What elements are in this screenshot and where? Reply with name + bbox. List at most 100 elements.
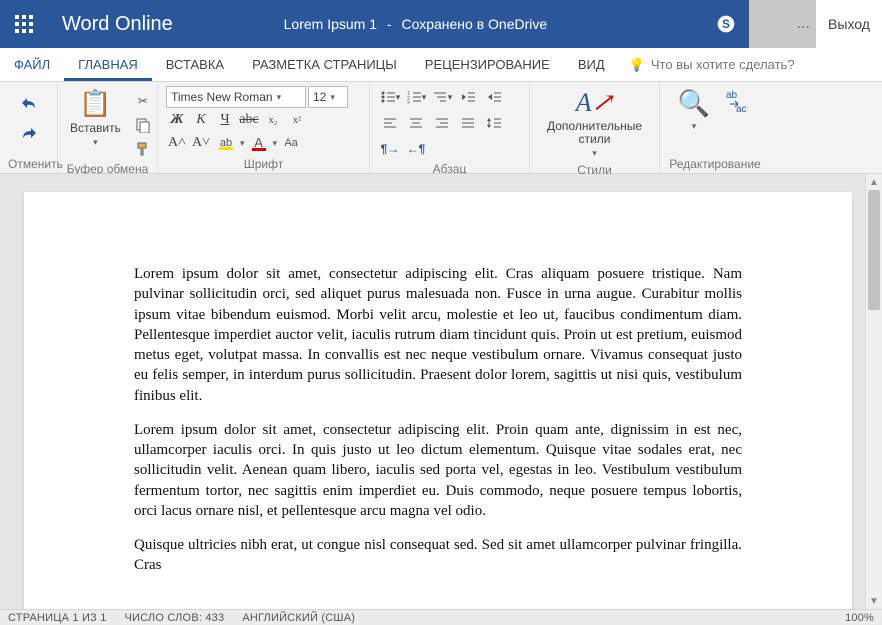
app-name[interactable]: Word Online: [48, 0, 187, 48]
page-1[interactable]: Lorem ipsum dolor sit amet, consectetur …: [24, 192, 852, 609]
vertical-scrollbar[interactable]: ▲ ▼: [865, 174, 882, 609]
scroll-thumb[interactable]: [868, 190, 880, 310]
scroll-up-button[interactable]: ▲: [866, 174, 882, 190]
avatar-more: ...: [797, 15, 810, 33]
status-language[interactable]: АНГЛИЙСКИЙ (США): [242, 612, 355, 624]
font-size-dropdown[interactable]: 12▾: [308, 86, 348, 108]
status-zoom[interactable]: 100%: [845, 612, 874, 624]
font-color-dropdown[interactable]: ▾: [273, 138, 278, 149]
font-name-dropdown[interactable]: Times New Roman▾: [166, 86, 306, 108]
paste-button[interactable]: 📋 Вставить ▾: [66, 86, 125, 150]
clear-formatting-button[interactable]: Aа: [279, 132, 303, 154]
line-spacing-button[interactable]: [482, 112, 506, 134]
skype-button[interactable]: S: [704, 0, 748, 48]
paragraph-1[interactable]: Lorem ipsum dolor sit amet, consectetur …: [134, 264, 742, 406]
subscript-button[interactable]: x₂: [262, 115, 284, 126]
superscript-button[interactable]: x²: [286, 115, 308, 126]
align-center-icon: [409, 117, 423, 129]
svg-text:ac: ac: [736, 104, 747, 115]
align-right-icon: [435, 117, 449, 129]
line-spacing-icon: [486, 116, 502, 130]
undo-button[interactable]: [17, 92, 41, 114]
copy-button[interactable]: [131, 114, 155, 136]
svg-text:S: S: [722, 18, 730, 31]
user-account-button[interactable]: ...: [748, 0, 816, 48]
tab-layout[interactable]: РАЗМЕТКА СТРАНИЦЫ: [238, 48, 411, 81]
scroll-track[interactable]: [866, 190, 882, 593]
scroll-down-button[interactable]: ▼: [866, 593, 882, 609]
bullets-button[interactable]: ▾: [378, 86, 402, 108]
align-center-button[interactable]: [404, 112, 428, 134]
tab-view[interactable]: ВИД: [564, 48, 619, 81]
ribbon: Отменить 📋 Вставить ▾ ✂ Буфер обмена: [0, 82, 882, 174]
underline-button[interactable]: Ч: [214, 112, 236, 128]
bullets-icon: [380, 90, 396, 104]
lightbulb-icon: 💡: [629, 57, 645, 73]
skype-icon: S: [716, 14, 736, 34]
save-status[interactable]: Сохранено в OneDrive: [401, 16, 547, 32]
italic-button[interactable]: К: [190, 112, 212, 128]
undo-icon: [19, 96, 39, 110]
align-left-icon: [383, 117, 397, 129]
ltr-button[interactable]: ¶→: [378, 138, 402, 160]
group-paragraph: ▾ 123▾ ▾ ¶→ ←¶ Абзац: [370, 82, 530, 173]
replace-icon: ab ac: [724, 88, 752, 116]
replace-button[interactable]: ab ac: [720, 86, 756, 118]
styles-icon: A↗: [576, 88, 614, 118]
group-editing-label: Редактирование: [668, 155, 762, 171]
numbering-icon: 123: [406, 90, 422, 104]
shrink-font-button[interactable]: А˅: [190, 135, 212, 151]
align-justify-button[interactable]: [456, 112, 480, 134]
header-right: S ... Выход: [704, 0, 882, 48]
format-painter-button[interactable]: [131, 138, 155, 160]
tell-me-placeholder: Что вы хотите сделать?: [651, 57, 795, 72]
app-launcher-button[interactable]: [0, 0, 48, 48]
search-icon: 🔍: [678, 88, 710, 119]
align-left-button[interactable]: [378, 112, 402, 134]
group-undo-label: Отменить: [8, 155, 49, 171]
title-separator: -: [387, 16, 392, 32]
find-button[interactable]: 🔍 ▾: [674, 86, 714, 134]
rtl-button[interactable]: ←¶: [404, 138, 428, 160]
redo-button[interactable]: [17, 122, 41, 144]
document-canvas: Lorem ipsum dolor sit amet, consectetur …: [0, 174, 882, 609]
grow-font-button[interactable]: А˄: [166, 135, 188, 151]
group-font-label: Шрифт: [166, 155, 361, 171]
title-bar: Word Online Lorem Ipsum 1 - Сохранено в …: [0, 0, 882, 48]
group-undo: Отменить: [0, 82, 58, 173]
tell-me-search[interactable]: 💡 Что вы хотите сделать?: [619, 57, 805, 73]
status-page[interactable]: СТРАНИЦА 1 ИЗ 1: [8, 612, 107, 624]
ribbon-tabs: ФАЙЛ ГЛАВНАЯ ВСТАВКА РАЗМЕТКА СТРАНИЦЫ Р…: [0, 48, 882, 82]
align-justify-icon: [461, 117, 475, 129]
multilevel-icon: [432, 90, 448, 104]
status-wordcount[interactable]: ЧИСЛО СЛОВ: 433: [125, 612, 225, 624]
outdent-icon: [460, 90, 476, 104]
tab-insert[interactable]: ВСТАВКА: [152, 48, 238, 81]
svg-text:3: 3: [407, 101, 410, 104]
increase-indent-button[interactable]: [482, 86, 506, 108]
tab-home[interactable]: ГЛАВНАЯ: [64, 48, 152, 81]
multilevel-list-button[interactable]: ▾: [430, 86, 454, 108]
paragraph-2[interactable]: Lorem ipsum dolor sit amet, consectetur …: [134, 420, 742, 521]
bold-button[interactable]: Ж: [166, 112, 188, 128]
align-right-button[interactable]: [430, 112, 454, 134]
scissors-icon: ✂: [138, 94, 148, 108]
document-title-area: Lorem Ipsum 1 - Сохранено в OneDrive: [187, 16, 704, 32]
document-title[interactable]: Lorem Ipsum 1: [284, 16, 377, 32]
strikethrough-button[interactable]: abc: [238, 112, 260, 128]
group-font: Times New Roman▾ 12▾ Ж К Ч abc x₂ x² А˄ …: [158, 82, 370, 173]
signout-button[interactable]: Выход: [816, 0, 882, 48]
group-styles: A↗ Дополнительные стили ▾ Стили: [530, 82, 660, 173]
styles-button[interactable]: A↗ Дополнительные стили ▾: [538, 86, 651, 161]
waffle-icon: [14, 14, 34, 34]
highlight-dropdown[interactable]: ▾: [240, 138, 245, 149]
font-color-button[interactable]: А: [247, 132, 271, 154]
numbering-button[interactable]: 123▾: [404, 86, 428, 108]
paragraph-3[interactable]: Quisque ultricies nibh erat, ut congue n…: [134, 535, 742, 576]
highlight-color-button[interactable]: ab: [214, 132, 238, 154]
tab-review[interactable]: РЕЦЕНЗИРОВАНИЕ: [411, 48, 564, 81]
cut-button[interactable]: ✂: [131, 90, 155, 112]
highlight-swatch-icon: [219, 147, 233, 150]
decrease-indent-button[interactable]: [456, 86, 480, 108]
tab-file[interactable]: ФАЙЛ: [0, 48, 64, 81]
